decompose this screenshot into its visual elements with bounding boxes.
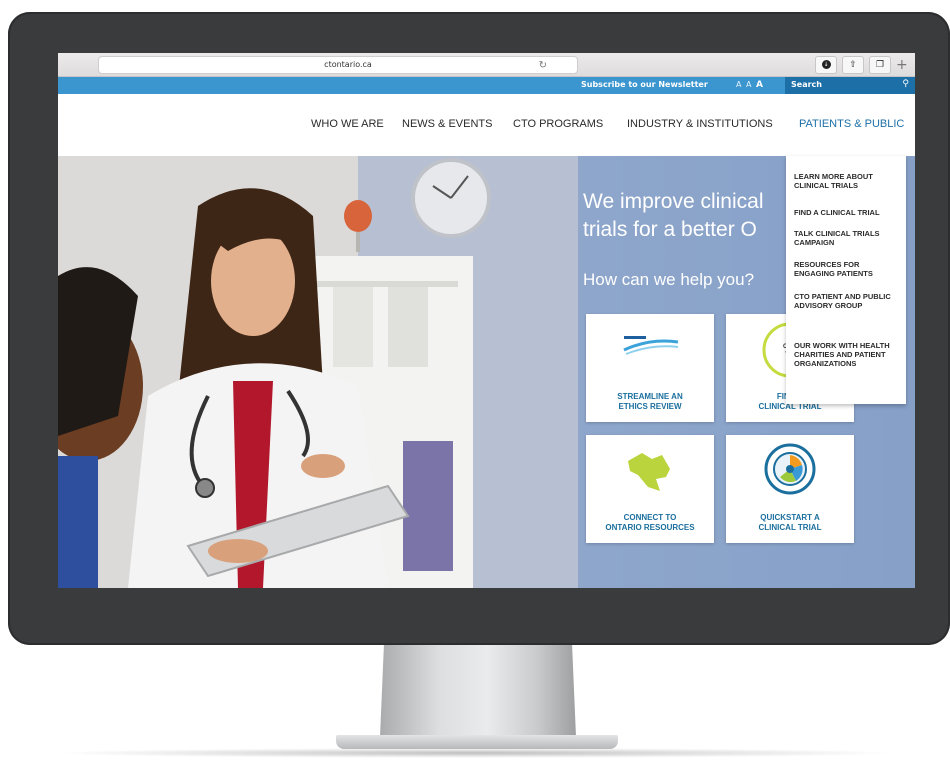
font-size-small[interactable]: A A xyxy=(736,80,753,89)
tile-label-line2: ETHICS REVIEW xyxy=(618,402,682,411)
tile-quickstart-trial[interactable]: QUICKSTART A CLINICAL TRIAL xyxy=(726,435,854,543)
newsletter-link[interactable]: Subscribe to our Newsletter xyxy=(581,80,708,89)
search-icon[interactable]: ⚲ xyxy=(902,79,909,89)
search-input[interactable]: Search ⚲ xyxy=(785,77,915,94)
new-tab-icon[interactable]: + xyxy=(896,57,912,75)
tile-label-line2: CLINICAL TRIAL xyxy=(758,523,822,532)
reload-icon[interactable]: ↻ xyxy=(539,58,547,74)
browser-screen: ctontario.ca ↻ ↓ ⇧ ❐ + Subscribe to our … xyxy=(58,53,915,588)
dropdown-item-advisory-group[interactable]: CTO PATIENT AND PUBLIC ADVISORY GROUP xyxy=(794,292,902,310)
patients-public-dropdown: LEARN MORE ABOUT CLINICAL TRIALS FIND A … xyxy=(786,156,906,404)
tile-label: CONNECT TO ONTARIO RESOURCES xyxy=(590,513,710,533)
cto-stream-logo-icon xyxy=(623,336,679,355)
nav-news-events[interactable]: NEWS & EVENTS xyxy=(402,118,492,130)
address-bar[interactable]: ctontario.ca ↻ xyxy=(98,56,578,74)
nav-industry-institutions[interactable]: INDUSTRY & INSTITUTIONS xyxy=(627,118,773,130)
dropdown-item-find-trial[interactable]: FIND A CLINICAL TRIAL xyxy=(794,208,902,217)
tile-connect-ontario[interactable]: CONNECT TO ONTARIO RESOURCES xyxy=(586,435,714,543)
url-text: ctontario.ca xyxy=(324,60,372,69)
monitor-stand-base xyxy=(336,735,618,749)
dropdown-item-learn-more[interactable]: LEARN MORE ABOUT CLINICAL TRIALS xyxy=(794,172,902,190)
utility-bar: Subscribe to our Newsletter A A A Search… xyxy=(58,77,915,94)
nav-who-we-are[interactable]: WHO WE ARE xyxy=(311,118,384,130)
share-button[interactable]: ⇧ xyxy=(842,56,864,74)
monitor-stand xyxy=(380,645,576,737)
font-size-controls[interactable]: A A A xyxy=(736,80,764,90)
dropdown-item-resources[interactable]: RESOURCES FOR ENGAGING PATIENTS xyxy=(794,260,902,278)
nav-patients-public[interactable]: PATIENTS & PUBLIC xyxy=(799,118,904,130)
download-icon: ↓ xyxy=(821,60,831,69)
main-nav: WHO WE ARE NEWS & EVENTS CTO PROGRAMS IN… xyxy=(58,94,915,156)
browser-toolbar: ctontario.ca ↻ ↓ ⇧ ❐ + xyxy=(58,53,915,77)
ontario-map-icon xyxy=(628,453,670,491)
font-size-large[interactable]: A xyxy=(756,80,764,90)
share-icon: ⇧ xyxy=(849,60,857,70)
tile-label-line1: STREAMLINE AN xyxy=(617,392,683,401)
tabs-icon: ❐ xyxy=(875,60,885,70)
tile-label-line1: CONNECT TO xyxy=(623,513,677,522)
tile-label-line2: ONTARIO RESOURCES xyxy=(605,523,695,532)
tile-label-line1: QUICKSTART A xyxy=(760,513,820,522)
hero-photo xyxy=(58,156,578,588)
tile-streamline-ethics[interactable]: STREAMLINE AN ETHICS REVIEW xyxy=(586,314,714,422)
nav-cto-programs[interactable]: CTO PROGRAMS xyxy=(513,118,603,130)
search-placeholder: Search xyxy=(791,80,822,89)
floor-shadow xyxy=(50,748,900,758)
dropdown-item-health-charities[interactable]: OUR WORK WITH HEALTH CHARITIES AND PATIE… xyxy=(794,341,902,368)
quickstart-badge-icon xyxy=(764,443,816,495)
tile-label: QUICKSTART A CLINICAL TRIAL xyxy=(730,513,850,533)
hero-subheading: How can we help you? xyxy=(583,270,755,289)
downloads-button[interactable]: ↓ xyxy=(815,56,837,74)
tile-label: STREAMLINE AN ETHICS REVIEW xyxy=(590,392,710,412)
dropdown-item-talk-campaign[interactable]: TALK CLINICAL TRIALS CAMPAIGN xyxy=(794,229,902,247)
tabs-button[interactable]: ❐ xyxy=(869,56,891,74)
